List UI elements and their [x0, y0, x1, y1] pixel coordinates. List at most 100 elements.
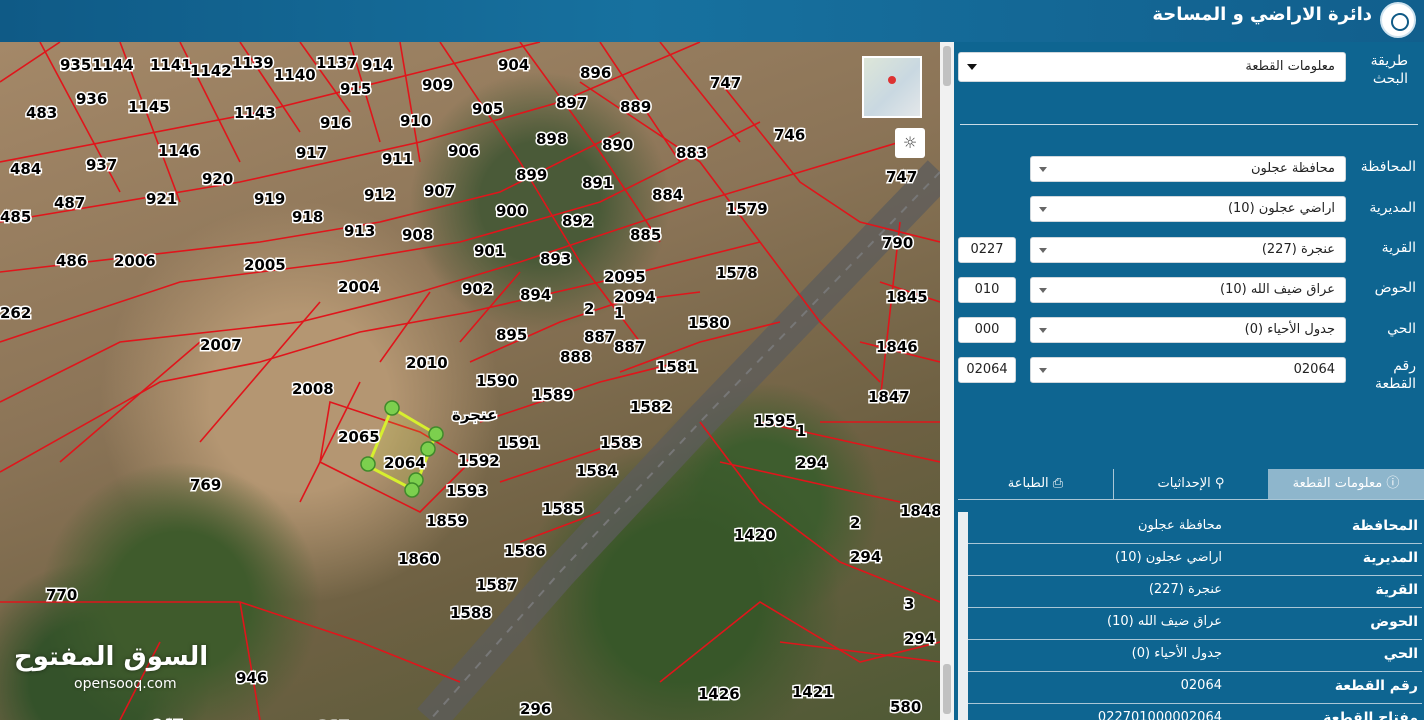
page-title: دائرة الاراضي و المساحة: [1152, 4, 1372, 25]
parcel-number-label: 888: [560, 348, 591, 366]
row-value: محافظة عجلون: [1137, 518, 1222, 533]
parcel-number-label: 1144: [92, 56, 134, 74]
map-view[interactable]: 935 1144 1141 1142 1139 1140 1137 914 904 896 747 4…: [0, 42, 940, 720]
village-select[interactable]: عنجرة (227): [1030, 237, 1346, 263]
basemap-toggle-sun-icon[interactable]: ☼: [895, 128, 925, 158]
parcel-number-label: 3: [904, 595, 914, 613]
directorate-value: اراضي عجلون (10): [1227, 201, 1335, 216]
basin-select[interactable]: عراق ضيف الله (10): [1030, 277, 1346, 303]
table-row: مفتاح القطعة 022701000002064: [968, 704, 1422, 720]
tab-parcel-info-label: معلومات القطعة: [1292, 476, 1383, 491]
overview-minimap[interactable]: [862, 56, 922, 118]
app-header: دائرة الاراضي و المساحة: [0, 0, 1424, 42]
table-row: رقم القطعة 02064: [968, 672, 1422, 704]
parcel-number-label: 908: [402, 226, 433, 244]
parcel-number-label: 921: [146, 190, 177, 208]
directorate-select[interactable]: اراضي عجلون (10): [1030, 196, 1346, 222]
map-scrollbar[interactable]: [940, 42, 954, 720]
parcel-number-label: 899: [516, 166, 547, 184]
tabs-underline: [958, 499, 1424, 500]
parcel-number-label: 2064: [384, 454, 426, 472]
row-key: المديرية: [1362, 550, 1418, 566]
parcel-number-label: 935: [60, 56, 91, 74]
parcel-number-label: 1846: [876, 338, 918, 356]
parcel-number-label: 918: [292, 208, 323, 226]
printer-icon: ⎙: [1048, 476, 1064, 491]
watermark: السوق المفتوح opensooq.com: [14, 642, 209, 692]
parcel-number-code-input[interactable]: 02064: [958, 357, 1016, 383]
chevron-down-icon: [1039, 248, 1047, 253]
parcel-number-label: 1426: [698, 685, 740, 703]
parcel-number-label: 910: [400, 112, 431, 130]
person-pin-icon: ⚲: [1210, 476, 1225, 491]
parcel-number-select[interactable]: 02064: [1030, 357, 1346, 383]
parcel-info-table: المحافظة محافظة عجلون المديرية اراضي عجل…: [958, 512, 1424, 720]
parcel-number-label: 907: [424, 182, 455, 200]
parcel-number-label: 919: [254, 190, 285, 208]
parcel-number-label: 912: [364, 186, 395, 204]
chevron-down-icon: [1039, 368, 1047, 373]
row-value: 022701000002064: [1097, 710, 1222, 720]
neighborhood-select[interactable]: جدول الأحياء (0): [1030, 317, 1346, 343]
village-value: عنجرة (227): [1261, 242, 1335, 257]
panel-divider: [960, 124, 1418, 125]
info-tabs: ⓘ معلومات القطعة ⚲ الإحداثيات ⎙ الطباعة: [958, 469, 1424, 499]
parcel-number-label: 1591: [498, 434, 540, 452]
table-scrollbar[interactable]: [958, 512, 968, 720]
watermark-arabic: السوق المفتوح: [14, 642, 209, 672]
parcel-number-label: 1584: [576, 462, 618, 480]
parcel-number-label: 1146: [158, 142, 200, 160]
parcel-number-label: 2007: [200, 336, 242, 354]
parcel-number-label: 909: [422, 76, 453, 94]
parcel-number-label: 885: [630, 226, 661, 244]
parcel-number-label: 1: [796, 422, 806, 440]
parcel-number-label: 769: [190, 476, 221, 494]
chevron-down-icon: [1039, 288, 1047, 293]
parcel-number-label: 746: [774, 126, 805, 144]
parcel-number-label: 936: [76, 90, 107, 108]
village-code-input[interactable]: 0227: [958, 237, 1016, 263]
tab-parcel-info[interactable]: ⓘ معلومات القطعة: [1268, 469, 1424, 499]
parcel-number-label: 906: [448, 142, 479, 160]
parcel-number-label: 898: [536, 130, 567, 148]
map-canvas[interactable]: 935 1144 11411142 113911401137 914 904 896 747 4…: [0, 42, 940, 720]
parcel-number-label: 937: [86, 156, 117, 174]
parcel-number-label: 1420: [734, 526, 776, 544]
parcel-number-label: 1145: [128, 98, 170, 116]
chevron-down-icon: [1039, 167, 1047, 172]
parcel-number-label: 485: [0, 208, 31, 226]
chevron-down-icon: [1039, 328, 1047, 333]
chevron-down-icon: [1039, 207, 1047, 212]
neighborhood-code-input[interactable]: 000: [958, 317, 1016, 343]
parcel-number-label: 1847: [868, 388, 910, 406]
scrollbar-thumb-bottom[interactable]: [943, 664, 951, 714]
parcel-number-label: 1595: [754, 412, 796, 430]
governorate-select[interactable]: محافظة عجلون: [1030, 156, 1346, 182]
parcel-number-label: رقم القطعة: [1375, 358, 1416, 392]
parcel-number-label: 2095: [604, 268, 646, 286]
parcel-number-label: 896: [580, 64, 611, 82]
parcel-number-label: 1137: [316, 54, 358, 72]
table-row: الحوض عراق ضيف الله (10): [968, 608, 1422, 640]
tab-print[interactable]: ⎙ الطباعة: [958, 469, 1113, 499]
parcel-number-label: 747: [886, 168, 917, 186]
parcel-number-label: 1588: [450, 604, 492, 622]
parcel-number-label: 1593: [446, 482, 488, 500]
scrollbar-thumb-top[interactable]: [943, 46, 951, 86]
parcel-number-label: 897: [556, 94, 587, 112]
parcel-number-label: 2006: [114, 252, 156, 270]
parcel-number-label: 1142: [190, 62, 232, 80]
parcel-number-label: 2: [850, 514, 860, 532]
parcel-number-label: 900: [496, 202, 527, 220]
tab-coordinates[interactable]: ⚲ الإحداثيات: [1113, 469, 1268, 499]
parcel-number-label: 917: [296, 144, 327, 162]
search-method-select[interactable]: معلومات القطعة: [958, 52, 1346, 82]
parcel-number-label: 1859: [426, 512, 468, 530]
row-key: رقم القطعة: [1334, 678, 1418, 694]
basin-code-input[interactable]: 010: [958, 277, 1016, 303]
directorate-label: المديرية: [1369, 200, 1416, 216]
row-key: المحافظة: [1351, 518, 1418, 534]
row-value: 02064: [1180, 678, 1222, 693]
row-key: الحوض: [1370, 614, 1418, 630]
table-row: المحافظة محافظة عجلون: [968, 512, 1422, 544]
